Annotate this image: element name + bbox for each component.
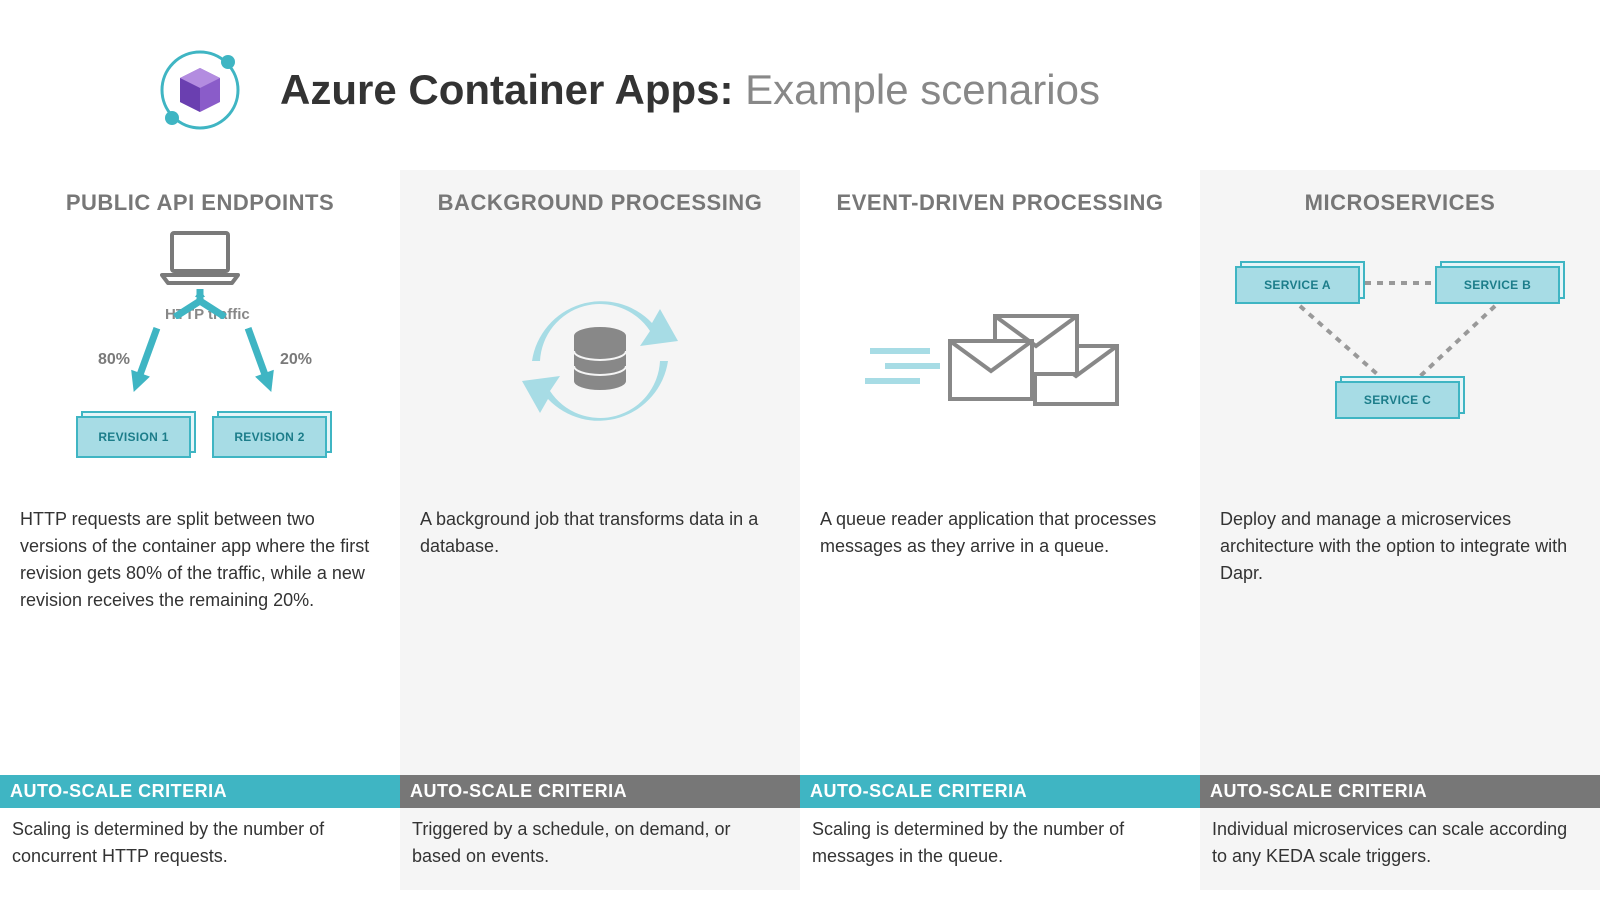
title-subtitle: Example scenarios <box>745 66 1100 113</box>
illustration-public-api: HTTP traffic 80% 20% REVISION 1 REVISION… <box>0 226 400 496</box>
scenarios-grid: PUBLIC API ENDPOINTS HTTP traffic 80% 20… <box>0 170 1600 890</box>
percent-left-label: 80% <box>98 351 130 369</box>
auto-scale-bar: AUTO-SCALE CRITERIA <box>800 775 1200 808</box>
auto-scale-text: Scaling is determined by the number of c… <box>0 808 400 890</box>
title-bold: Azure Container Apps: <box>280 66 733 113</box>
illustration-background-processing <box>400 226 800 496</box>
column-background-processing: BACKGROUND PROCESSING A background job t… <box>400 170 800 890</box>
column-description: HTTP requests are split between two vers… <box>0 496 400 775</box>
auto-scale-bar: AUTO-SCALE CRITERIA <box>0 775 400 808</box>
auto-scale-text: Individual microservices can scale accor… <box>1200 808 1600 890</box>
split-start-icon <box>170 289 230 319</box>
column-public-api: PUBLIC API ENDPOINTS HTTP traffic 80% 20… <box>0 170 400 890</box>
auto-scale-bar: AUTO-SCALE CRITERIA <box>1200 775 1600 808</box>
header: Azure Container Apps: Example scenarios <box>0 0 1600 170</box>
column-description: Deploy and manage a microservices archit… <box>1200 496 1600 775</box>
service-b-box: SERVICE B <box>1435 266 1560 304</box>
container-apps-logo-icon <box>150 40 250 140</box>
page-title: Azure Container Apps: Example scenarios <box>280 66 1100 114</box>
message-queue-icon <box>860 291 1140 431</box>
column-heading: MICROSERVICES <box>1200 170 1600 226</box>
column-event-driven: EVENT-DRIVEN PROCESSING A queue reader a… <box>800 170 1200 890</box>
auto-scale-text: Triggered by a schedule, on demand, or b… <box>400 808 800 890</box>
laptop-icon <box>160 231 240 286</box>
service-a-box: SERVICE A <box>1235 266 1360 304</box>
illustration-microservices: SERVICE A SERVICE B SERVICE C <box>1200 226 1600 496</box>
auto-scale-bar: AUTO-SCALE CRITERIA <box>400 775 800 808</box>
column-microservices: MICROSERVICES SERVICE A SERVICE B SERVIC… <box>1200 170 1600 890</box>
revision-2-box: REVISION 2 <box>212 416 327 458</box>
column-heading: BACKGROUND PROCESSING <box>400 170 800 226</box>
column-heading: PUBLIC API ENDPOINTS <box>0 170 400 226</box>
auto-scale-text: Scaling is determined by the number of m… <box>800 808 1200 890</box>
percent-right-label: 20% <box>280 351 312 369</box>
illustration-event-driven <box>800 226 1200 496</box>
arrow-down-left-icon <box>124 325 167 398</box>
revision-1-box: REVISION 1 <box>76 416 191 458</box>
arrow-down-right-icon <box>239 325 282 398</box>
service-c-box: SERVICE C <box>1335 381 1460 419</box>
column-heading: EVENT-DRIVEN PROCESSING <box>800 170 1200 226</box>
column-description: A background job that transforms data in… <box>400 496 800 775</box>
column-description: A queue reader application that processe… <box>800 496 1200 775</box>
database-sync-icon <box>510 281 690 441</box>
